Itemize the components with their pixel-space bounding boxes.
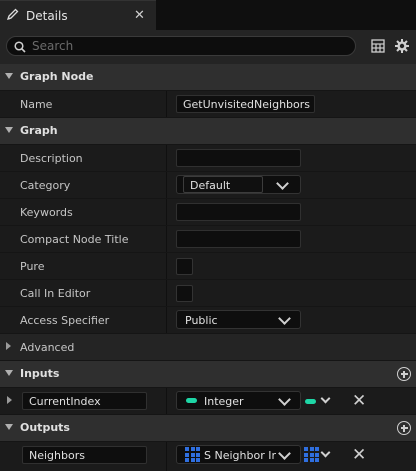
property-row-access-specifier: Access Specifier Public	[0, 307, 416, 333]
gear-icon[interactable]	[394, 38, 410, 54]
container-type-grid-icon[interactable]	[304, 447, 319, 462]
output-type-value: S Neighbor Info	[204, 449, 276, 462]
divider	[166, 199, 167, 225]
property-label: Keywords	[20, 206, 73, 219]
keywords-field[interactable]	[176, 203, 301, 221]
container-type-pin-icon[interactable]	[305, 399, 316, 404]
advanced-label: Advanced	[20, 341, 75, 354]
property-row-name: Name GetUnvisitedNeighbors	[0, 91, 416, 117]
property-label: Compact Node Title	[20, 233, 129, 246]
description-field[interactable]	[176, 149, 301, 167]
property-label: Description	[20, 152, 83, 165]
property-row-category: Category Default	[0, 172, 416, 198]
chevron-down-icon	[276, 177, 289, 190]
expand-arrow-icon[interactable]	[7, 396, 12, 404]
divider	[166, 91, 167, 117]
category-field[interactable]: Default	[183, 176, 263, 193]
category-label: Graph	[20, 124, 58, 137]
divider	[166, 172, 167, 198]
input-type-value: Integer	[204, 395, 244, 408]
chevron-down-icon	[278, 312, 291, 325]
name-field[interactable]: GetUnvisitedNeighbors	[176, 95, 315, 113]
access-specifier-dropdown[interactable]: Public	[176, 310, 301, 329]
add-output-icon[interactable]	[397, 421, 411, 435]
tab-title: Details	[26, 9, 68, 23]
property-label: Access Specifier	[20, 314, 110, 327]
remove-output-icon[interactable]: ✕	[352, 445, 366, 465]
property-label: Call In Editor	[20, 287, 91, 300]
property-row-pure: Pure	[0, 253, 416, 279]
collapse-arrow-icon	[5, 370, 13, 376]
category-combobox[interactable]: Default	[176, 175, 301, 194]
close-icon[interactable]: ✕	[134, 8, 145, 23]
details-tab[interactable]: Details ✕	[0, 0, 156, 30]
chevron-down-icon	[278, 447, 291, 460]
category-label: Graph Node	[20, 70, 94, 83]
property-row-keywords: Keywords	[0, 199, 416, 225]
category-label: Inputs	[20, 367, 60, 380]
struct-pin-icon	[185, 447, 200, 462]
output-row: Neighbors S Neighbor Info ✕	[0, 442, 416, 471]
search-input[interactable]	[32, 38, 332, 54]
property-label: Category	[20, 179, 71, 192]
property-matrix-icon[interactable]	[371, 39, 385, 53]
call-in-editor-checkbox[interactable]	[176, 285, 193, 302]
category-graph-node[interactable]: Graph Node	[0, 64, 416, 90]
category-inputs[interactable]: Inputs	[0, 361, 416, 387]
divider	[166, 253, 167, 279]
access-specifier-value: Public	[185, 314, 218, 327]
divider	[166, 307, 167, 333]
advanced-expander[interactable]: Advanced	[0, 334, 416, 360]
property-label: Name	[20, 98, 53, 111]
input-name-field[interactable]: CurrentIndex	[22, 392, 147, 410]
property-row-compact-title: Compact Node Title	[0, 226, 416, 252]
integer-pin-icon	[186, 398, 197, 403]
pencil-icon	[6, 8, 19, 21]
pure-checkbox[interactable]	[176, 258, 193, 275]
search-icon	[14, 41, 26, 53]
category-outputs[interactable]: Outputs	[0, 415, 416, 441]
compact-title-field[interactable]	[176, 230, 301, 248]
divider	[166, 145, 167, 171]
input-row: CurrentIndex Integer ✕	[0, 388, 416, 414]
expand-arrow-icon	[6, 342, 11, 350]
divider	[166, 280, 167, 306]
divider	[166, 226, 167, 252]
collapse-arrow-icon	[5, 73, 13, 79]
input-type-dropdown[interactable]: Integer	[176, 391, 301, 410]
property-row-description: Description	[0, 145, 416, 171]
remove-input-icon[interactable]: ✕	[352, 391, 366, 411]
property-row-call-in-editor: Call In Editor	[0, 280, 416, 306]
chevron-down-icon	[278, 393, 291, 406]
container-type-chevron-icon[interactable]	[320, 447, 331, 458]
output-type-dropdown[interactable]: S Neighbor Info	[176, 445, 301, 464]
divider	[166, 442, 167, 471]
property-label: Pure	[20, 260, 45, 273]
collapse-arrow-icon	[5, 127, 13, 133]
divider	[166, 388, 167, 414]
output-name-field[interactable]: Neighbors	[22, 446, 147, 464]
category-label: Outputs	[20, 421, 70, 434]
add-input-icon[interactable]	[397, 367, 411, 381]
collapse-arrow-icon	[5, 424, 13, 430]
category-graph[interactable]: Graph	[0, 118, 416, 144]
container-type-chevron-icon[interactable]	[320, 393, 331, 404]
